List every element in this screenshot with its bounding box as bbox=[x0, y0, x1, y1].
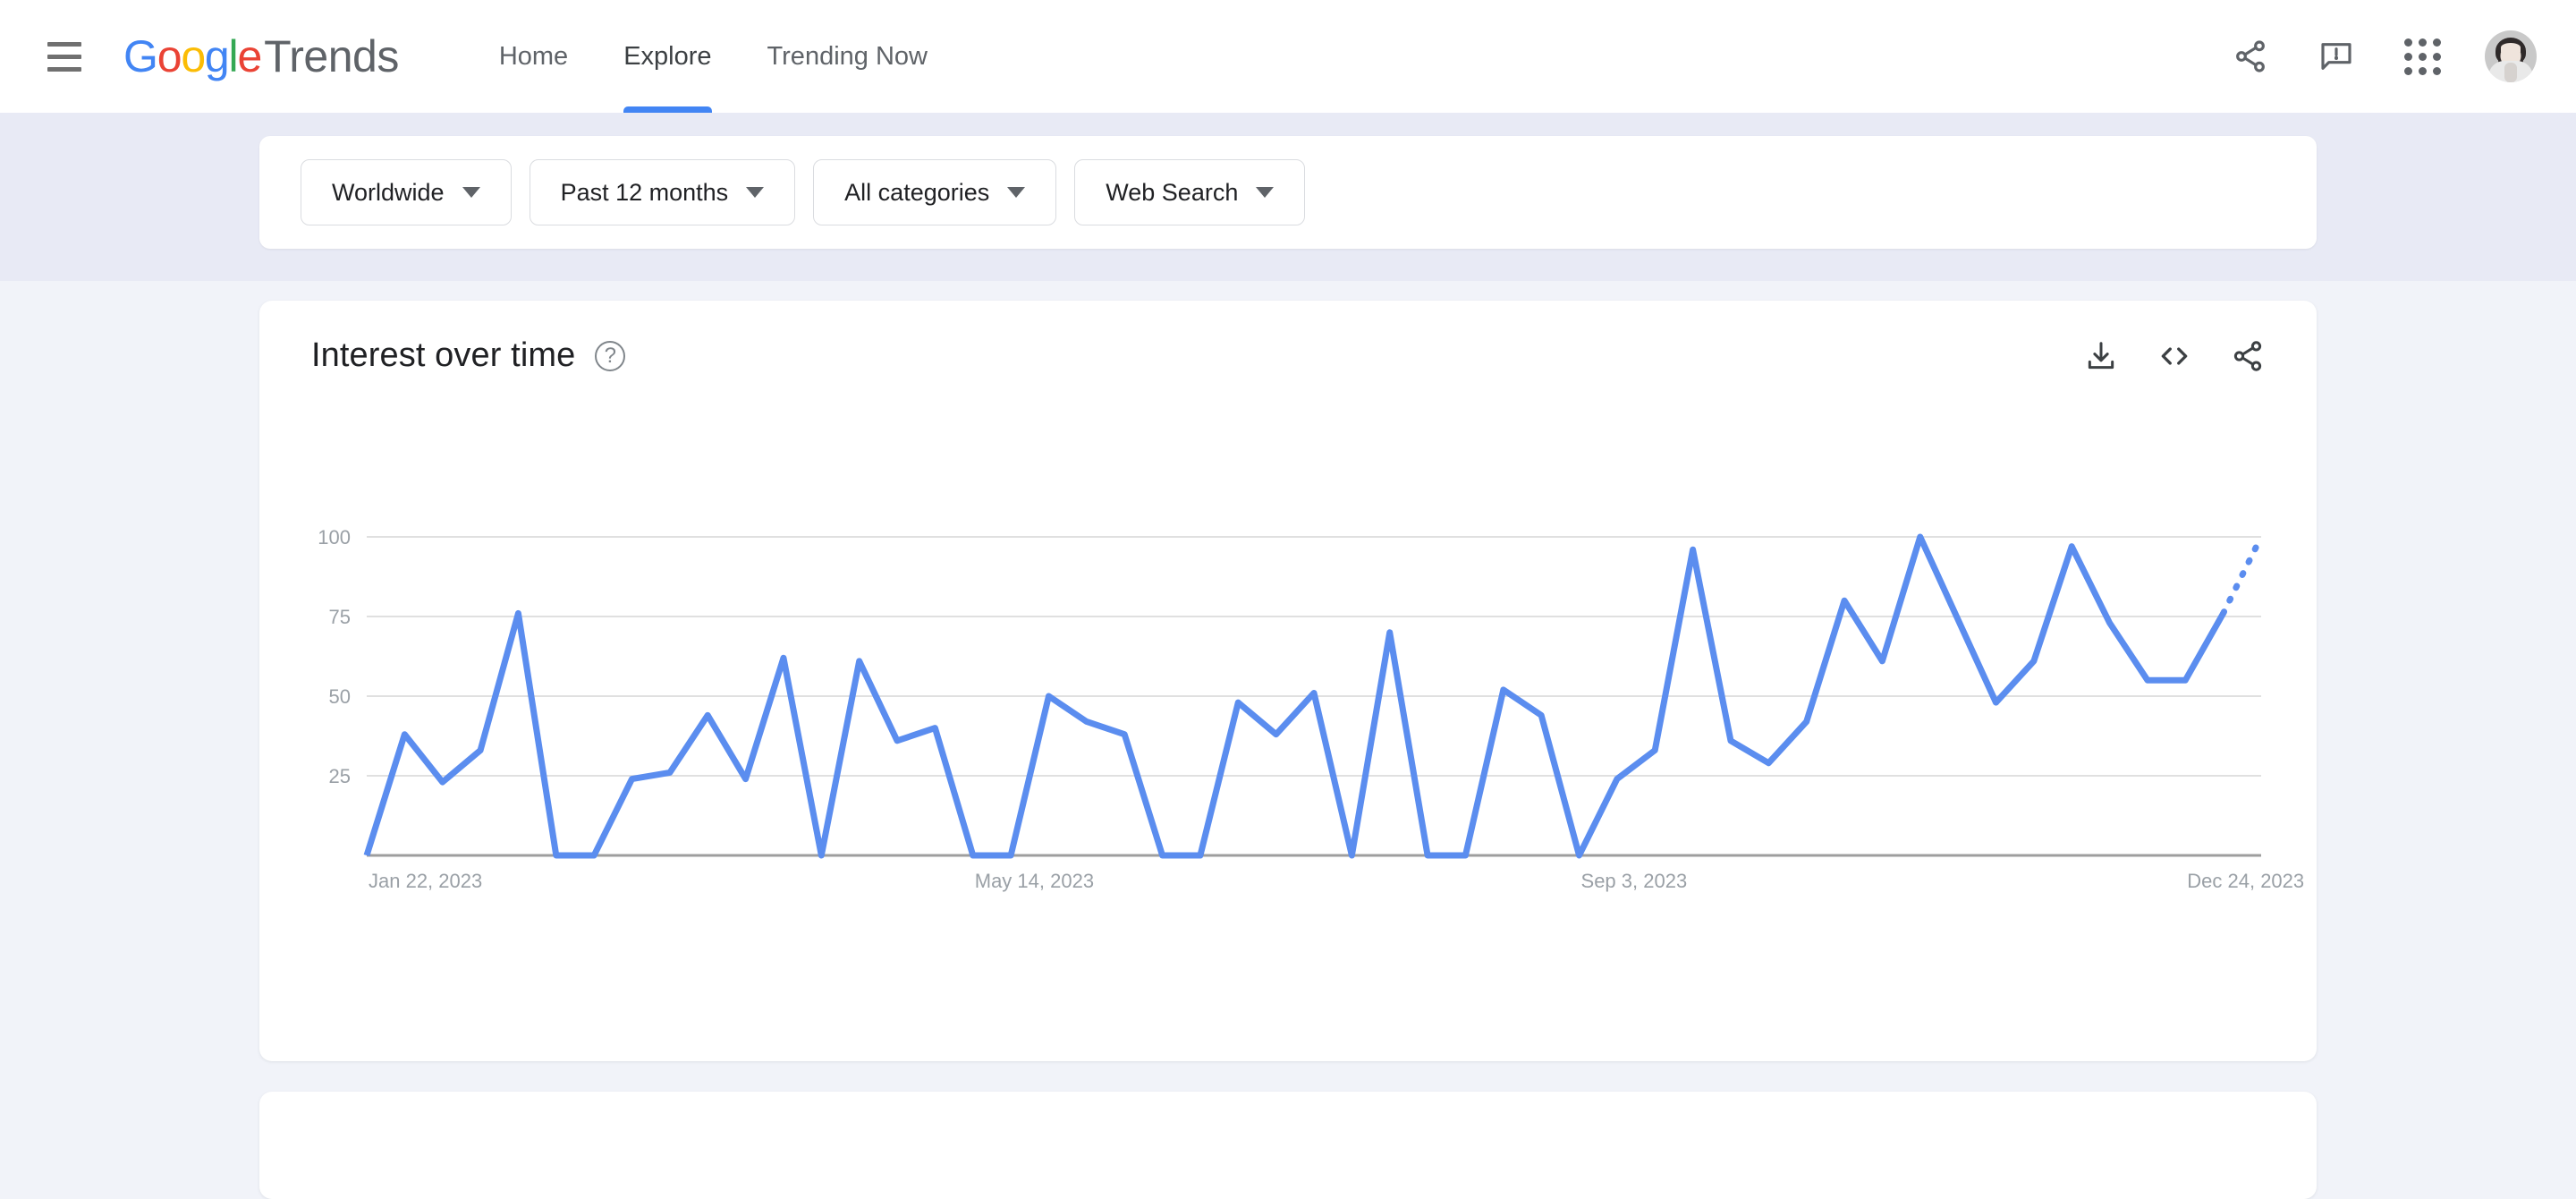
active-tab-indicator bbox=[623, 106, 712, 113]
x-axis-tick-label: Sep 3, 2023 bbox=[1581, 870, 1688, 892]
logo-letter-e: e bbox=[237, 31, 262, 81]
card-header: Interest over time ? bbox=[311, 336, 2265, 375]
nav-item-explore[interactable]: Explore bbox=[623, 0, 712, 113]
x-axis-tick-label: Dec 24, 2023 bbox=[2187, 870, 2304, 892]
search-type-filter[interactable]: Web Search bbox=[1074, 159, 1306, 225]
location-filter-label: Worldwide bbox=[332, 178, 445, 206]
x-axis-tick-label: Jan 22, 2023 bbox=[369, 870, 482, 892]
google-trends-logo[interactable]: Go o g l e Trends bbox=[123, 30, 399, 82]
related-topics-card bbox=[259, 1092, 2317, 1199]
y-axis-tick-label: 50 bbox=[329, 685, 351, 708]
logo-letter-g2: g bbox=[204, 31, 230, 81]
card-actions bbox=[2084, 339, 2265, 373]
chart-line-partial-data bbox=[2220, 533, 2265, 617]
share-icon[interactable] bbox=[2207, 13, 2293, 99]
y-axis-tick-label: 25 bbox=[329, 765, 351, 787]
logo-letter-l: l bbox=[228, 31, 239, 81]
hamburger-menu-icon[interactable] bbox=[39, 31, 89, 81]
interest-over-time-card: Interest over time ? 25 50 75 100 Jan 22… bbox=[259, 301, 2317, 1061]
category-filter[interactable]: All categories bbox=[813, 159, 1057, 225]
main-nav: Home Explore Trending Now bbox=[499, 0, 983, 113]
hamburger-bar bbox=[47, 54, 81, 59]
logo-product-name: Trends bbox=[264, 31, 399, 81]
main-content: Interest over time ? 25 50 75 100 Jan 22… bbox=[0, 281, 2576, 1199]
nav-item-label: Home bbox=[498, 41, 569, 71]
feedback-icon[interactable] bbox=[2293, 13, 2379, 99]
avatar-fringe bbox=[2501, 43, 2521, 52]
download-csv-icon[interactable] bbox=[2084, 339, 2118, 373]
chevron-down-icon bbox=[1256, 187, 1275, 198]
nav-item-trending-now[interactable]: Trending Now bbox=[767, 0, 928, 113]
search-type-filter-label: Web Search bbox=[1106, 178, 1239, 206]
logo-letter-o2: o bbox=[181, 31, 206, 81]
nav-item-label: Explore bbox=[623, 41, 712, 71]
location-filter[interactable]: Worldwide bbox=[301, 159, 512, 225]
time-range-filter[interactable]: Past 12 months bbox=[529, 159, 796, 225]
filter-strip: Worldwide Past 12 months All categories … bbox=[0, 113, 2576, 281]
hamburger-bar bbox=[47, 66, 81, 72]
user-avatar[interactable] bbox=[2485, 30, 2537, 82]
page-title: Interest over time bbox=[311, 336, 576, 374]
hamburger-bar bbox=[47, 41, 81, 47]
embed-code-icon[interactable] bbox=[2157, 339, 2191, 373]
time-range-filter-label: Past 12 months bbox=[560, 178, 729, 206]
chevron-down-icon bbox=[462, 187, 480, 198]
nav-item-label: Trending Now bbox=[767, 41, 928, 71]
app-header: Go o g l e Trends Home Explore Trending Now bbox=[0, 0, 2576, 113]
header-actions bbox=[2207, 13, 2576, 99]
chart-svg: 25 50 75 100 Jan 22, 2023 May 14, 2023 Sep 3, … bbox=[318, 526, 2304, 892]
y-axis-tick-label: 75 bbox=[329, 606, 351, 628]
google-apps-icon[interactable] bbox=[2379, 13, 2465, 99]
chevron-down-icon bbox=[746, 187, 765, 198]
y-axis-tick-label: 100 bbox=[318, 526, 351, 548]
x-axis-tick-label: May 14, 2023 bbox=[975, 870, 1094, 892]
help-icon[interactable]: ? bbox=[595, 340, 626, 371]
interest-over-time-chart[interactable]: 25 50 75 100 Jan 22, 2023 May 14, 2023 Sep 3, … bbox=[311, 524, 2304, 918]
logo-letter-o1: o bbox=[157, 31, 182, 81]
apps-grid-dots bbox=[2403, 38, 2441, 75]
nav-item-home[interactable]: Home bbox=[499, 0, 568, 113]
filter-bar-card: Worldwide Past 12 months All categories … bbox=[259, 136, 2317, 249]
share-icon[interactable] bbox=[2231, 339, 2265, 373]
avatar-body bbox=[2488, 61, 2533, 82]
logo-letter-g: G bbox=[123, 31, 158, 81]
chevron-down-icon bbox=[1007, 187, 1026, 198]
category-filter-label: All categories bbox=[844, 178, 990, 206]
